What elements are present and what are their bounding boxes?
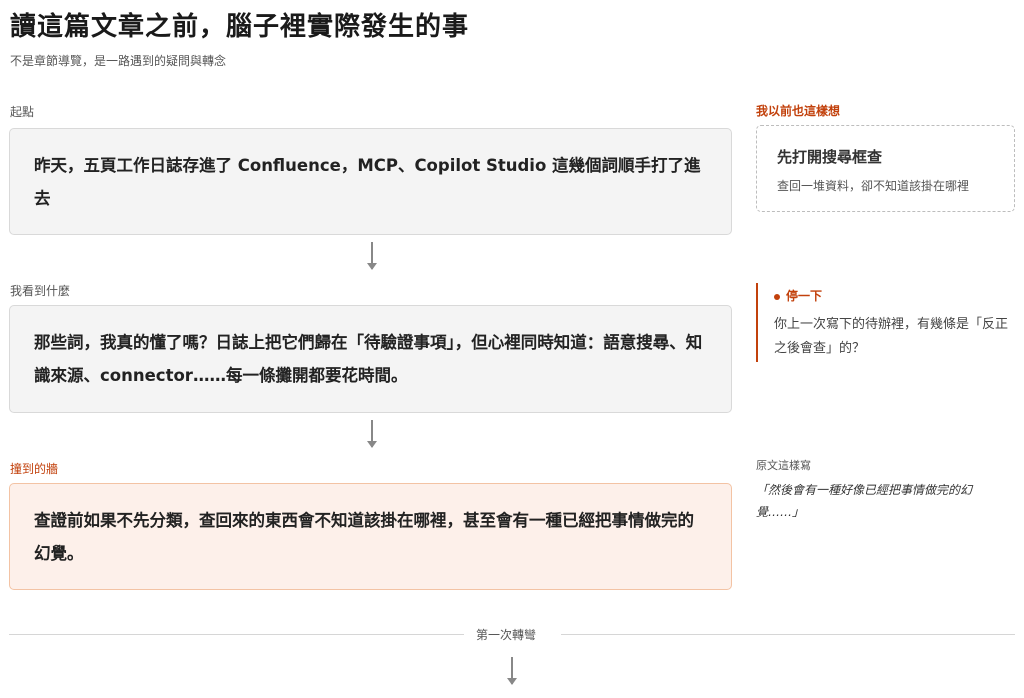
page-title: 讀這篇文章之前，腦子裡實際發生的事 (10, 12, 470, 42)
pause-text: 你上一次寫下的待辦裡，有幾條是「反正之後會查」的？ (774, 317, 1009, 356)
step-label-wall: 撞到的牆 (10, 462, 59, 476)
quote-text: 「然後會有一種好像已經把事情做完的幻覺……」 (756, 483, 973, 519)
step-label-see: 我看到什麼 (10, 284, 71, 298)
divider-line-left (9, 634, 464, 635)
flow-arrow (367, 242, 377, 270)
step-card-text: 查證前如果不先分類，查回來的東西會不知道該掛在哪裡，甚至會有一種已經把事情做完的… (34, 511, 694, 563)
page-subtitle: 不是章節導覽，是一路遇到的疑問與轉念 (10, 54, 227, 68)
step-label-start: 起點 (10, 105, 35, 119)
flow-arrow (507, 657, 517, 685)
me-too-sub: 查回一堆資料，卻不知道該掛在哪裡 (777, 179, 970, 193)
divider-label: 第一次轉彎 (476, 628, 537, 642)
step-card-start: 昨天，五頁工作日誌存進了 Confluence，MCP、Copilot Stud… (9, 128, 732, 235)
me-too-heading: 我以前也這樣想 (756, 104, 841, 118)
me-too-title: 先打開搜尋框查 (777, 148, 883, 166)
step-card-wall: 查證前如果不先分類，查回來的東西會不知道該掛在哪裡，甚至會有一種已經把事情做完的… (9, 483, 732, 590)
divider-line-right (561, 634, 1015, 635)
pause-heading: 停一下 (786, 289, 823, 303)
quote-label: 原文這樣寫 (756, 459, 811, 472)
bullet-dot-icon (774, 293, 780, 300)
flow-arrow (367, 420, 377, 448)
step-card-see: 那些詞，我真的懂了嗎？日誌上把它們歸在「待驗證事項」，但心裡同時知道：語意搜尋、… (9, 305, 732, 413)
step-card-text: 昨天，五頁工作日誌存進了 Confluence，MCP、Copilot Stud… (34, 156, 701, 208)
pause-note: 停一下 你上一次寫下的待辦裡，有幾條是「反正之後會查」的？ (756, 283, 1016, 362)
step-card-text: 那些詞，我真的懂了嗎？日誌上把它們歸在「待驗證事項」，但心裡同時知道：語意搜尋、… (34, 333, 703, 385)
me-too-box: 先打開搜尋框查 查回一堆資料，卻不知道該掛在哪裡 (756, 125, 1015, 212)
